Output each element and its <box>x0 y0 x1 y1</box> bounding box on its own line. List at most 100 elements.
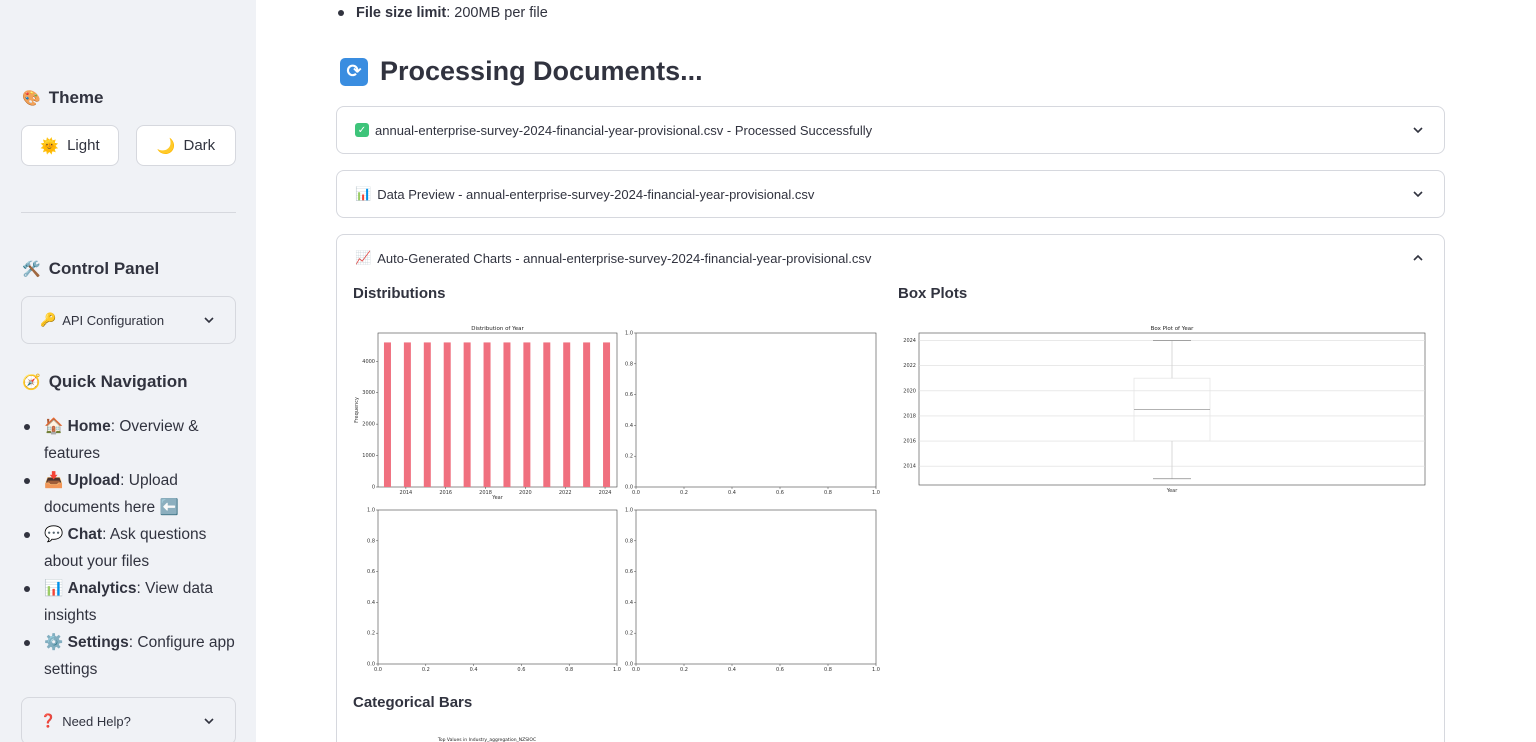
box-plot-x-label: Year <box>1166 488 1179 494</box>
distributions-figure: Distribution of Year 2014 2016 2018 2020 2022… <box>354 326 880 673</box>
need-help-label: Need Help? <box>62 713 131 729</box>
empty-axes-x-tick: 0.2 <box>680 667 688 673</box>
empty-axes-y-tick: 0.8 <box>625 538 633 544</box>
empty-axes <box>635 332 877 488</box>
empty-axes-y-tick: 0.8 <box>367 538 375 544</box>
empty-axes-y-tick: 0.6 <box>367 569 375 575</box>
histogram-y-label: Frequency <box>354 397 360 423</box>
histogram-x-tick: 2020 <box>519 490 532 496</box>
question-mark-icon: ❓ <box>40 713 57 728</box>
empty-axes-y-tick: 0.0 <box>625 485 633 491</box>
histogram-x-tick: 2022 <box>559 490 572 496</box>
histogram-x-tick: 2014 <box>400 490 413 496</box>
palette-icon: 🎨 <box>22 90 41 107</box>
api-configuration-expander[interactable]: 🔑 API Configuration <box>21 296 236 344</box>
file-size-limit-value: : 200MB per file <box>446 5 548 21</box>
file-size-limit-item: File size limit: 200MB per file <box>338 5 548 21</box>
bar-chart-icon: 📊 <box>355 186 372 201</box>
data-preview-expander[interactable]: 📊 Data Preview - annual-enterprise-surve… <box>336 170 1445 218</box>
distributions-heading: Distributions <box>353 285 446 302</box>
empty-axes-x-tick: 0.4 <box>728 490 736 496</box>
histogram-y-tick: 1000 <box>362 453 375 459</box>
histogram-x-label: Year <box>491 495 504 501</box>
empty-axes-x-tick: 1.0 <box>872 490 880 496</box>
control-panel-heading: 🛠️ Control Panel <box>22 259 159 279</box>
histogram-bar <box>383 342 391 487</box>
categorical-bars-heading: Categorical Bars <box>353 694 473 711</box>
empty-axes-x-tick: 0.8 <box>824 667 832 673</box>
chart-increasing-icon: 📈 <box>355 250 372 265</box>
histogram-bar <box>603 342 611 487</box>
histogram-y-tick: 0 <box>372 485 375 491</box>
empty-axes-y-tick: 0.0 <box>367 662 375 668</box>
sidebar: 🎨 Theme 🌞 Light 🌙 Dark 🛠️ Control Panel … <box>0 0 256 742</box>
histogram-bar <box>403 342 411 487</box>
speech-bubble-icon: 💬 <box>44 526 64 543</box>
empty-axes-y-tick: 0.8 <box>625 361 633 367</box>
file-size-limit-label: File size limit <box>356 5 447 21</box>
refresh-icon: ⟳ <box>340 57 368 86</box>
nav-item-analytics: 📊 Analytics: View data insights <box>22 575 236 629</box>
bar-chart-icon: 📊 <box>44 580 64 597</box>
empty-axes-x-tick: 0.2 <box>680 490 688 496</box>
empty-axes-x-tick: 0.4 <box>470 667 478 673</box>
processed-expander[interactable]: ✓ annual-enterprise-survey-2024-financia… <box>336 106 1445 154</box>
box-plot-y-tick: 2022 <box>903 363 916 369</box>
empty-axes-y-tick: 0.4 <box>367 600 375 606</box>
empty-axes-x-tick: 1.0 <box>872 667 880 673</box>
histogram-x-tick: 2024 <box>599 490 612 496</box>
histogram-bar <box>563 342 571 487</box>
house-icon: 🏠 <box>44 418 64 435</box>
processed-expander-label: annual-enterprise-survey-2024-financial-… <box>375 122 873 138</box>
chevron-down-icon <box>204 317 214 324</box>
page-title-text: Processing Documents... <box>380 56 703 86</box>
inbox-tray-icon: 📥 <box>44 472 64 489</box>
histogram-x-tick: 2016 <box>439 490 452 496</box>
empty-axes <box>635 509 877 665</box>
empty-axes-y-tick: 1.0 <box>625 331 633 337</box>
nav-item-chat: 💬 Chat: Ask questions about your files <box>22 521 236 575</box>
moon-icon: 🌙 <box>156 137 176 155</box>
histogram-title: Distribution of Year <box>471 326 524 332</box>
nav-item-upload: 📥 Upload: Upload documents here ⬅️ <box>22 467 236 521</box>
dark-theme-button[interactable]: 🌙 Dark <box>136 125 236 166</box>
box-plots-heading: Box Plots <box>898 285 968 302</box>
empty-axes-x-tick: 0.0 <box>632 490 640 496</box>
histogram-bar <box>503 342 511 487</box>
nav-item-label: Home <box>67 418 111 435</box>
sun-icon: 🌞 <box>40 137 60 155</box>
nav-item-label: Chat <box>67 526 103 543</box>
light-theme-label: Light <box>67 137 100 154</box>
nav-item-label: Analytics <box>67 580 137 597</box>
empty-axes-y-tick: 0.0 <box>625 662 633 668</box>
check-icon: ✓ <box>355 123 369 137</box>
nav-item-settings: ⚙️ Settings: Configure app settings <box>22 629 236 683</box>
nav-item-home: 🏠 Home: Overview & features <box>22 413 236 467</box>
data-preview-expander-label: Data Preview - annual-enterprise-survey-… <box>377 186 815 202</box>
empty-axes-y-tick: 0.2 <box>625 631 633 637</box>
nav-item-label: Settings <box>67 634 129 651</box>
compass-icon: 🧭 <box>22 374 41 391</box>
empty-axes-y-tick: 1.0 <box>367 508 375 514</box>
left-arrow-icon: ⬅️ <box>159 499 179 516</box>
histogram-bar <box>443 342 451 487</box>
empty-axes-y-tick: 0.6 <box>625 392 633 398</box>
categorical-bars-title: Top Values in Industry_aggregation_NZSIO… <box>437 737 536 742</box>
histogram-y-tick: 2000 <box>362 422 375 428</box>
quick-navigation-heading-text: Quick Navigation <box>48 372 188 391</box>
histogram-y-tick: 3000 <box>362 390 375 396</box>
dark-theme-label: Dark <box>183 137 216 154</box>
empty-axes-y-tick: 0.2 <box>625 454 633 460</box>
histogram-axes <box>377 332 618 488</box>
box-plot-figure: Box Plot of Year 2014 2016 2018 2020 2022 2024… <box>903 326 1426 494</box>
empty-axes-x-tick: 0.4 <box>728 667 736 673</box>
need-help-expander[interactable]: ❓ Need Help? <box>21 697 236 742</box>
key-icon: 🔑 <box>40 312 57 327</box>
page-title: ⟳ Processing Documents... <box>340 56 703 87</box>
sidebar-divider <box>21 212 236 213</box>
empty-axes-y-tick: 0.6 <box>625 569 633 575</box>
empty-axes-x-tick: 0.6 <box>776 667 784 673</box>
histogram-bar <box>583 342 591 487</box>
light-theme-button[interactable]: 🌞 Light <box>21 125 119 166</box>
categorical-bars-figure: Top Values in Industry_aggregation_NZSIO… <box>437 737 536 742</box>
